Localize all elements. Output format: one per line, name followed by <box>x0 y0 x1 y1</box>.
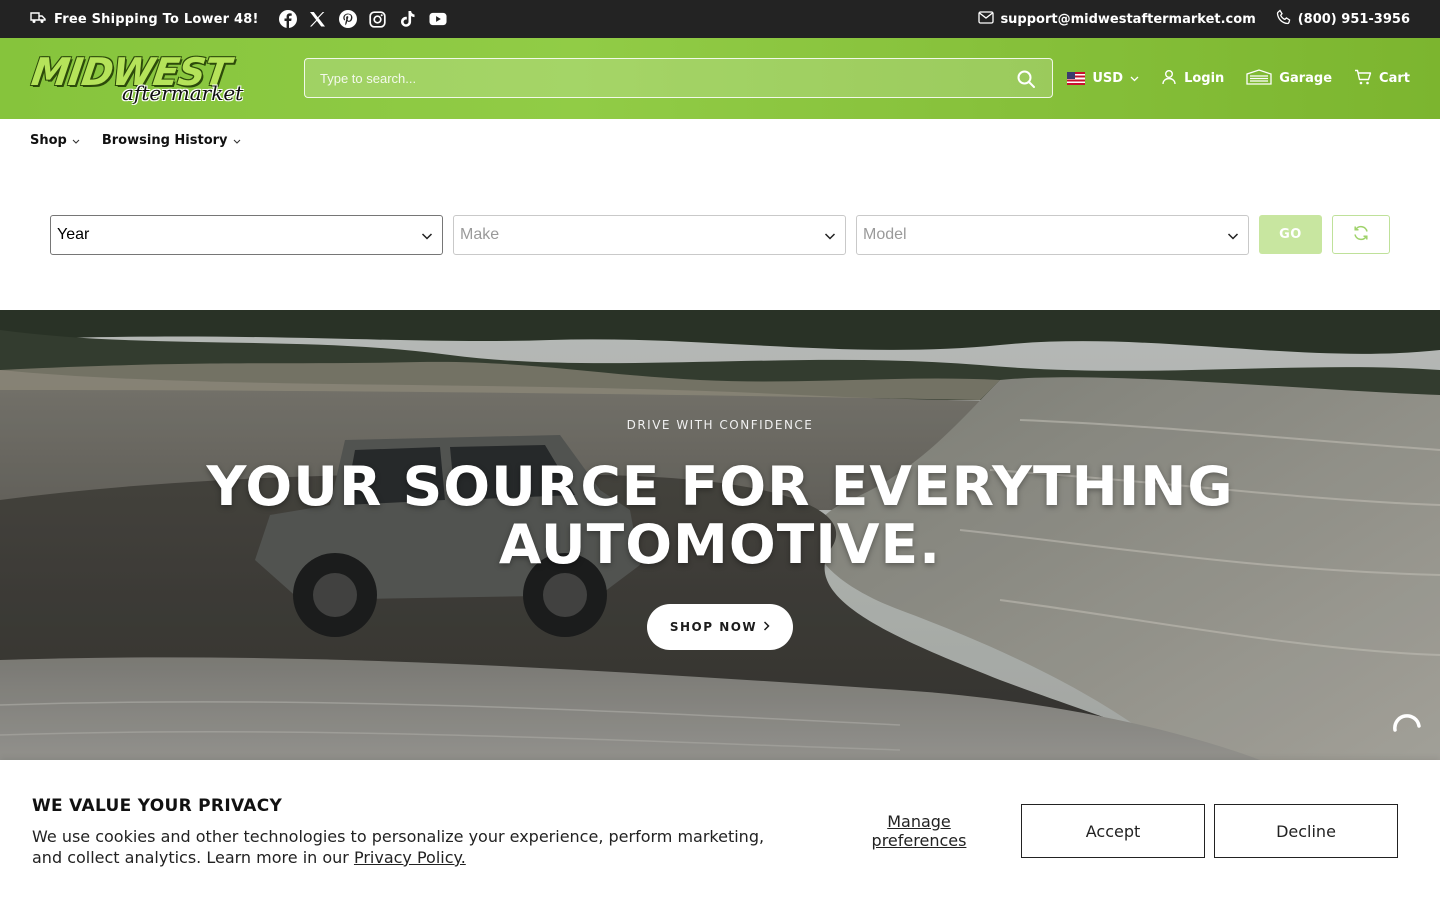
free-shipping-notice: Free Shipping To Lower 48! <box>30 10 259 28</box>
social-links <box>278 10 447 28</box>
facebook-icon[interactable] <box>278 10 297 28</box>
hero-headline-line1: YOUR SOURCE FOR EVERYTHING <box>206 455 1234 518</box>
manage-preferences-link[interactable]: Manage preferences <box>860 812 978 850</box>
search-icon[interactable] <box>1016 69 1036 89</box>
phone-text: (800) 951-3956 <box>1297 11 1410 27</box>
hero-headline: YOUR SOURCE FOR EVERYTHING AUTOMOTIVE. <box>0 458 1440 574</box>
nav-item-label: Browsing History <box>101 132 228 148</box>
model-select-value: Model <box>863 226 907 243</box>
youtube-icon[interactable] <box>429 10 447 28</box>
hero-banner: DRIVE WITH CONFIDENCE YOUR SOURCE FOR EV… <box>0 310 1440 760</box>
x-icon[interactable] <box>309 10 327 28</box>
go-button[interactable]: GO <box>1259 215 1322 254</box>
contact-info: support@midwestaftermarket.com (800) 951… <box>978 9 1410 29</box>
email-text: support@midwestaftermarket.com <box>1000 11 1256 27</box>
nav-item-label: Shop <box>30 132 67 148</box>
chevron-down-icon <box>1226 229 1240 243</box>
cart-link[interactable]: Cart <box>1354 69 1410 89</box>
cookie-text: We use cookies and other technologies to… <box>32 826 792 868</box>
garage-icon <box>1246 68 1272 89</box>
free-shipping-text: Free Shipping To Lower 48! <box>54 11 259 27</box>
instagram-icon[interactable] <box>369 10 387 28</box>
nav-item-browsing-history[interactable]: Browsing History <box>102 133 241 148</box>
decline-button[interactable]: Decline <box>1214 804 1398 858</box>
loading-spinner-icon <box>1392 712 1422 734</box>
logo-sub-text: aftermarket <box>122 80 244 105</box>
search-input[interactable] <box>305 59 1052 97</box>
accept-button[interactable]: Accept <box>1021 804 1205 858</box>
email-link[interactable]: support@midwestaftermarket.com <box>978 10 1256 28</box>
currency-selector[interactable]: USD <box>1067 71 1139 86</box>
chevron-down-icon <box>1130 71 1139 86</box>
chevron-down-icon <box>420 229 434 243</box>
search-box <box>304 58 1053 98</box>
currency-label: USD <box>1092 71 1124 86</box>
truck-icon <box>30 10 46 28</box>
privacy-policy-link[interactable]: Privacy Policy. <box>354 848 466 867</box>
phone-link[interactable]: (800) 951-3956 <box>1276 9 1410 29</box>
model-select[interactable]: Model <box>856 215 1249 255</box>
cart-label: Cart <box>1379 71 1410 86</box>
site-header: MIDWEST aftermarket USD Login Garage Car… <box>0 38 1440 119</box>
shop-now-button[interactable]: SHOP NOW <box>647 604 793 650</box>
year-select[interactable]: Year <box>50 215 443 255</box>
login-label: Login <box>1184 71 1225 86</box>
login-link[interactable]: Login <box>1161 69 1224 89</box>
hero-eyebrow: DRIVE WITH CONFIDENCE <box>626 418 814 432</box>
chevron-down-icon <box>823 229 837 243</box>
reset-button[interactable] <box>1332 215 1390 254</box>
main-nav: Shop Browsing History <box>30 119 241 161</box>
user-icon <box>1161 69 1177 89</box>
hero-headline-line2: AUTOMOTIVE. <box>498 513 942 576</box>
shop-now-label: SHOP NOW <box>669 620 758 634</box>
chevron-right-icon <box>763 620 770 634</box>
header-actions: USD Login Garage Cart <box>1067 38 1410 119</box>
mail-icon <box>978 10 995 28</box>
us-flag-icon <box>1067 72 1086 85</box>
garage-link[interactable]: Garage <box>1246 68 1333 89</box>
make-select[interactable]: Make <box>453 215 846 255</box>
chevron-down-icon <box>72 133 80 148</box>
pinterest-icon[interactable] <box>338 10 357 28</box>
phone-icon <box>1276 9 1292 29</box>
year-select-value: Year <box>57 226 90 243</box>
garage-label: Garage <box>1279 71 1333 86</box>
site-logo[interactable]: MIDWEST aftermarket <box>29 50 244 108</box>
cookie-consent-banner: WE VALUE YOUR PRIVACY We use cookies and… <box>0 760 1440 900</box>
chevron-down-icon <box>233 133 241 148</box>
refresh-icon <box>1352 224 1370 246</box>
tiktok-icon[interactable] <box>399 10 417 28</box>
announcement-bar: Free Shipping To Lower 48! support@midwe… <box>0 0 1440 38</box>
cookie-title: WE VALUE YOUR PRIVACY <box>32 796 283 816</box>
vehicle-selector: Year Make Model GO <box>50 215 1390 255</box>
make-select-value: Make <box>460 226 500 243</box>
cart-icon <box>1354 69 1372 89</box>
nav-item-shop[interactable]: Shop <box>30 133 80 148</box>
